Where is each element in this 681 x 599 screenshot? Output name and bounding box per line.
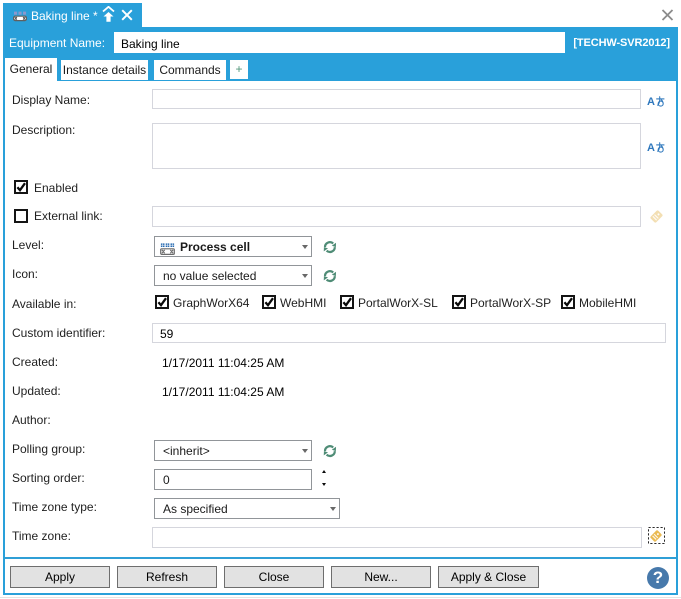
svg-text:A: A (647, 96, 655, 107)
svg-text:A: A (647, 142, 655, 153)
